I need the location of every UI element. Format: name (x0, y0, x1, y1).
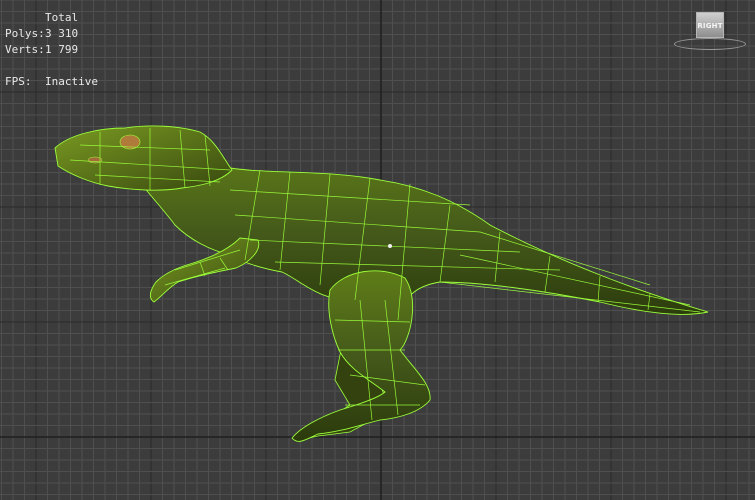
verts-label: Verts: (5, 43, 45, 56)
fps-value: Inactive (45, 75, 98, 88)
fps-label: FPS: (5, 75, 32, 88)
viewport-statistics: Total Polys: 3 310 Verts: 1 799 FPS: Inacti… (5, 10, 98, 90)
viewcube[interactable]: RIGHT (668, 8, 752, 52)
dinosaur-model[interactable] (0, 0, 755, 500)
specular-dot (388, 244, 392, 248)
viewport-right[interactable]: Total Polys: 3 310 Verts: 1 799 FPS: Inacti… (0, 0, 755, 500)
viewcube-face-right[interactable]: RIGHT (696, 12, 724, 38)
head (54, 125, 233, 191)
polys-label: Polys: (5, 27, 45, 40)
polys-value: 3 310 (45, 27, 79, 40)
verts-value: 1 799 (45, 43, 79, 56)
arm (149, 237, 260, 303)
stats-header: Total (45, 11, 79, 24)
viewcube-compass-ring[interactable] (674, 38, 746, 50)
near-leg (291, 270, 431, 442)
